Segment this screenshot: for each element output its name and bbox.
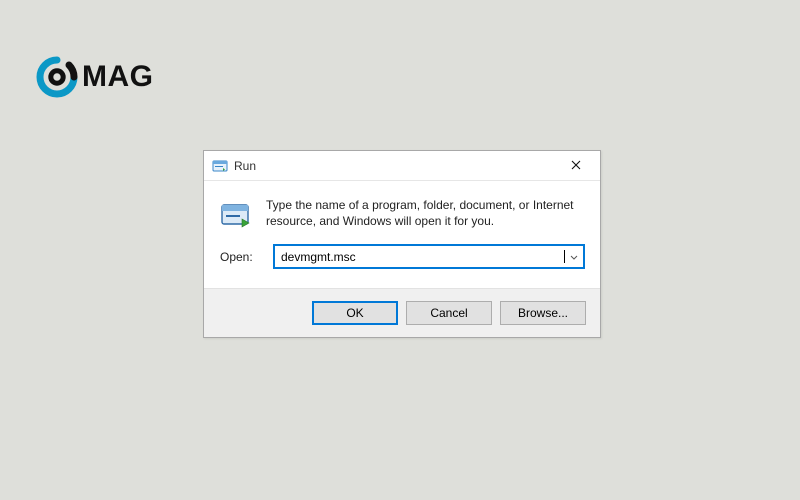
logo-text: MAG xyxy=(82,60,154,94)
titlebar: Run xyxy=(204,151,600,181)
close-icon xyxy=(571,159,581,173)
instruction-text: Type the name of a program, folder, docu… xyxy=(266,197,584,231)
run-dialog: Run Type the name of a program, folder, … xyxy=(203,150,601,338)
button-row: OK Cancel Browse... xyxy=(204,288,600,337)
dialog-body: Type the name of a program, folder, docu… xyxy=(204,181,600,239)
open-row: Open: xyxy=(204,239,600,288)
close-button[interactable] xyxy=(554,152,598,180)
ok-button[interactable]: OK xyxy=(312,301,398,325)
open-input[interactable] xyxy=(275,246,569,267)
open-label: Open: xyxy=(220,250,262,264)
open-combobox[interactable] xyxy=(274,245,584,268)
chevron-down-icon xyxy=(570,250,578,264)
cancel-button[interactable]: Cancel xyxy=(406,301,492,325)
dialog-title: Run xyxy=(234,159,554,173)
run-app-icon xyxy=(212,158,228,174)
browse-button[interactable]: Browse... xyxy=(500,301,586,325)
brand-logo: MAG xyxy=(36,56,154,98)
run-large-icon xyxy=(220,199,252,231)
combo-dropdown-button[interactable] xyxy=(565,246,583,267)
logo-mark-icon xyxy=(36,56,78,98)
